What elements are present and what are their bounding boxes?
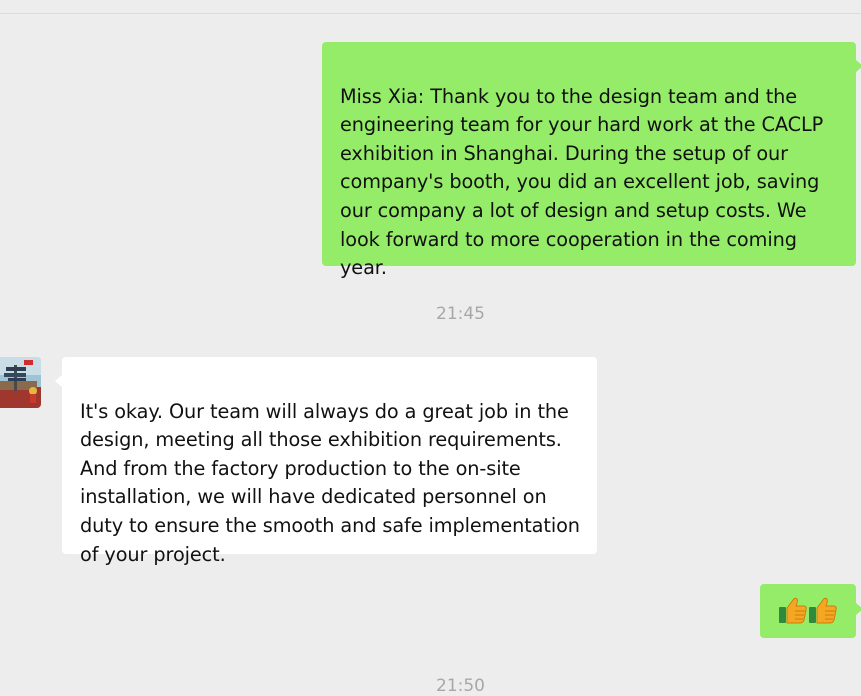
timestamp: 21:45 xyxy=(436,304,485,324)
sent-message-bubble[interactable]: Miss Xia: Thank you to the design team a… xyxy=(322,42,856,279)
message-text: It's okay. Our team will always do a gre… xyxy=(80,399,580,566)
timestamp: 21:50 xyxy=(436,676,485,696)
thumbs-up-icon xyxy=(779,597,807,624)
received-message-bubble[interactable]: It's okay. Our team will always do a gre… xyxy=(62,357,597,566)
bubble-tail xyxy=(856,603,861,615)
top-divider xyxy=(0,13,861,14)
contact-avatar[interactable] xyxy=(0,357,41,408)
message-text: Miss Xia: Thank you to the design team a… xyxy=(340,84,824,280)
bubble-tail xyxy=(856,60,861,72)
sent-emoji-bubble[interactable] xyxy=(760,584,856,638)
avatar-image xyxy=(0,357,41,408)
thumbs-up-icon xyxy=(809,597,837,624)
bubble-tail xyxy=(55,375,62,387)
